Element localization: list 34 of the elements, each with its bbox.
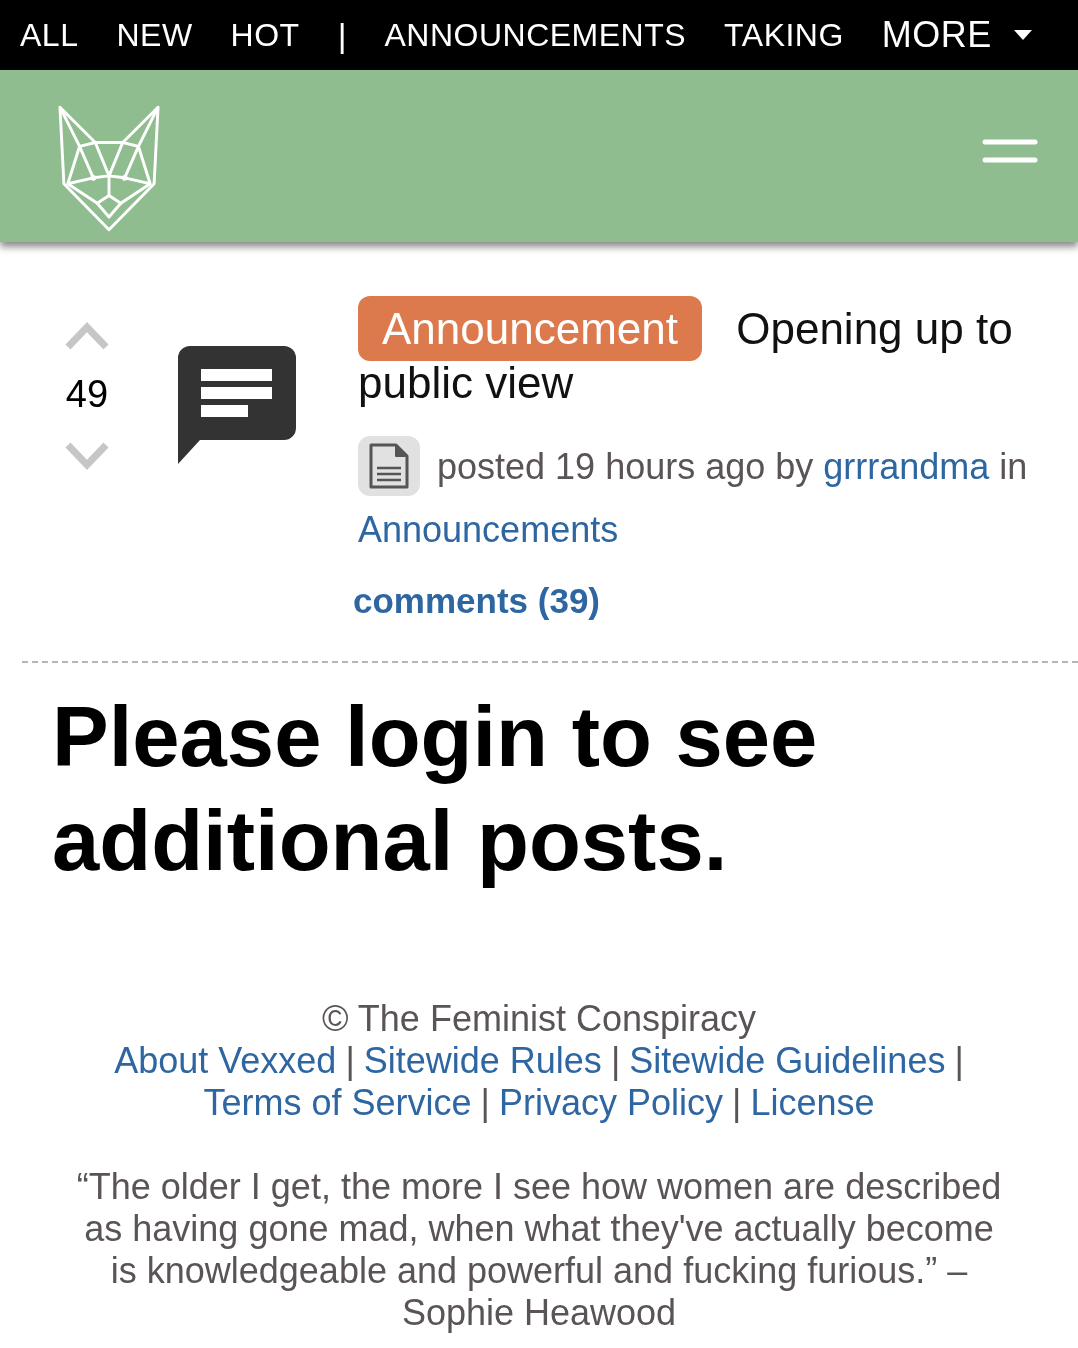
downvote-icon[interactable] bbox=[65, 442, 109, 472]
footer-link[interactable]: Terms of Service bbox=[203, 1082, 472, 1125]
link-separator: | bbox=[732, 1082, 742, 1125]
author-link[interactable]: grrrandma bbox=[823, 446, 990, 487]
fox-head-logo[interactable] bbox=[58, 105, 160, 233]
post-title[interactable]: Announcement Opening up to public view bbox=[358, 292, 1070, 418]
login-notice: Please login to see additional posts. bbox=[52, 688, 819, 891]
nav-link[interactable]: TAKING bbox=[724, 16, 844, 54]
nav-link[interactable]: ALL bbox=[20, 16, 79, 54]
footer-link[interactable]: Sitewide Rules bbox=[363, 1040, 602, 1083]
footer-link[interactable]: Sitewide Guidelines bbox=[629, 1040, 946, 1083]
link-separator: | bbox=[954, 1040, 964, 1083]
caret-icon bbox=[1013, 30, 1032, 40]
footer-link[interactable]: Privacy Policy bbox=[498, 1082, 723, 1125]
comments-link[interactable]: comments (39) bbox=[353, 581, 601, 622]
more-menu-button[interactable]: MORE bbox=[881, 14, 1032, 56]
vote-count: 49 bbox=[65, 372, 109, 416]
quote-text: “The older I get, the more I see how women are described as having gone mad, when what they've actually become is knowledgeable and powerful and fucking furious.” – Sophie Heawood bbox=[75, 1166, 1003, 1335]
footer-link[interactable]: License bbox=[750, 1082, 875, 1125]
upvote-icon[interactable] bbox=[65, 320, 109, 350]
copyright-text: © The Feminist Conspiracy bbox=[321, 998, 757, 1041]
link-separator: | bbox=[610, 1040, 621, 1083]
nav-separator: | bbox=[337, 15, 347, 55]
menu-icon[interactable] bbox=[982, 139, 1038, 163]
comment-icon[interactable] bbox=[178, 346, 296, 464]
nav-link[interactable]: HOT bbox=[230, 16, 300, 54]
link-separator: | bbox=[345, 1040, 355, 1083]
nav-link[interactable]: NEW bbox=[116, 16, 193, 54]
footer-link[interactable]: About Vexxed bbox=[114, 1040, 337, 1083]
document-icon bbox=[358, 436, 420, 497]
link-separator: | bbox=[480, 1082, 490, 1125]
announcement-tag[interactable]: Announcement bbox=[358, 296, 702, 361]
community-link[interactable]: Announcements bbox=[358, 509, 619, 551]
nav-link[interactable]: ANNOUNCEMENTS bbox=[384, 16, 687, 54]
